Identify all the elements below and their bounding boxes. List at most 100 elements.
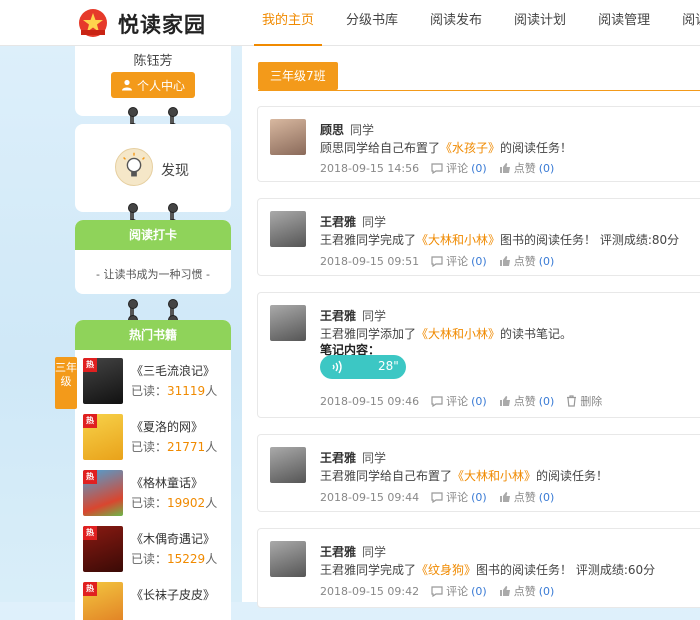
comment-button[interactable]: 评论 (0) bbox=[431, 583, 487, 599]
hot-badge: 热 bbox=[83, 582, 97, 596]
thumbs-up-icon bbox=[499, 586, 510, 596]
feed-user-name[interactable]: 顾思 同学 bbox=[320, 121, 374, 138]
avatar[interactable] bbox=[270, 305, 306, 341]
comment-icon bbox=[431, 162, 443, 174]
book-link[interactable]: 《纹身狗》 bbox=[416, 563, 476, 577]
logo-badge-icon bbox=[79, 9, 107, 37]
feed-item: 王君雅 同学 王君雅同学完成了《大林和小林》图书的阅读任务！ 评测成绩:80分 2… bbox=[257, 198, 700, 276]
avatar[interactable] bbox=[270, 211, 306, 247]
lightbulb-icon bbox=[115, 148, 153, 186]
feed-time: 2018-09-15 14:56 bbox=[320, 161, 420, 175]
feed-meta: 2018-09-15 09:42 评论 (0) 点赞 (0) bbox=[320, 583, 554, 599]
book-title: 《三毛流浪记》 bbox=[131, 364, 216, 378]
comment-icon bbox=[431, 395, 443, 407]
feed-time: 2018-09-15 09:44 bbox=[320, 490, 420, 504]
logo-text: 悦读家园 bbox=[118, 13, 206, 37]
feed-text: 王君雅同学完成了《纹身狗》图书的阅读任务！ 评测成绩:60分 bbox=[320, 563, 656, 577]
delete-button[interactable]: 删除 bbox=[566, 393, 602, 409]
comment-button[interactable]: 评论 (0) bbox=[431, 253, 487, 269]
hot-book-item[interactable]: 热 《三毛流浪记》 已读：31119人 bbox=[83, 358, 229, 404]
feed-text: 王君雅同学完成了《大林和小林》图书的阅读任务！ 评测成绩:80分 bbox=[320, 233, 680, 247]
like-button[interactable]: 点赞 (0) bbox=[499, 489, 554, 505]
comment-button[interactable]: 评论 (0) bbox=[431, 160, 487, 176]
feed-item: 王君雅 同学 王君雅同学添加了《大林和小林》的读书笔记。 笔记内容： 28" 20… bbox=[257, 292, 700, 418]
book-reads: 已读：19902人 bbox=[131, 496, 218, 510]
grade-tab[interactable]: 三年级 bbox=[55, 357, 77, 409]
feed-user-name[interactable]: 王君雅 同学 bbox=[320, 543, 386, 560]
book-link[interactable]: 《水孩子》 bbox=[440, 141, 500, 155]
feed-time: 2018-09-15 09:46 bbox=[320, 394, 420, 408]
hot-badge: 热 bbox=[83, 414, 97, 428]
book-title: 《夏洛的网》 bbox=[131, 420, 204, 434]
book-reads: 已读：15229人 bbox=[131, 552, 218, 566]
trash-icon bbox=[567, 395, 577, 407]
user-icon bbox=[121, 79, 132, 91]
comment-icon bbox=[431, 491, 443, 503]
nav-reading-publish[interactable]: 阅读发布 bbox=[422, 0, 490, 46]
avatar[interactable] bbox=[270, 119, 306, 155]
feed-meta: 2018-09-15 09:51 评论 (0) 点赞 (0) bbox=[320, 253, 554, 269]
class-tab-divider bbox=[258, 90, 700, 91]
hot-book-item[interactable]: 热 《格林童话》 已读：19902人 bbox=[83, 470, 229, 516]
top-navigation-bar: 悦读家园 我的主页 分级书库 阅读发布 阅读计划 阅读管理 阅读分析 bbox=[0, 0, 700, 46]
site-logo[interactable]: 悦读家园 bbox=[78, 6, 218, 40]
book-link[interactable]: 《大林和小林》 bbox=[416, 233, 500, 247]
hot-badge: 热 bbox=[83, 526, 97, 540]
hot-book-item[interactable]: 热 《木偶奇遇记》 已读：15229人 bbox=[83, 526, 229, 572]
nav-my-home[interactable]: 我的主页 bbox=[254, 0, 323, 46]
like-button[interactable]: 点赞 (0) bbox=[499, 393, 554, 409]
hot-badge: 热 bbox=[83, 358, 97, 372]
book-cover: 热 bbox=[83, 414, 123, 460]
class-tab[interactable]: 三年级7班 bbox=[258, 62, 338, 90]
like-button[interactable]: 点赞 (0) bbox=[499, 253, 554, 269]
hot-book-item[interactable]: 热 《长袜子皮皮》 bbox=[83, 582, 229, 620]
feed-time: 2018-09-15 09:51 bbox=[320, 254, 420, 268]
audio-note-player[interactable]: 28" bbox=[320, 355, 406, 379]
feed-user-name[interactable]: 王君雅 同学 bbox=[320, 449, 386, 466]
feed-meta: 2018-09-15 14:56 评论 (0) 点赞 (0) bbox=[320, 160, 554, 176]
avatar[interactable] bbox=[270, 447, 306, 483]
book-cover: 热 bbox=[83, 358, 123, 404]
thumbs-up-icon bbox=[499, 163, 510, 173]
book-link[interactable]: 《大林和小林》 bbox=[452, 469, 536, 483]
hot-badge: 热 bbox=[83, 470, 97, 484]
audio-duration: 28" bbox=[378, 359, 399, 373]
like-button[interactable]: 点赞 (0) bbox=[499, 160, 554, 176]
feed-text: 顾思同学给自己布置了《水孩子》的阅读任务！ bbox=[320, 141, 573, 155]
hot-books-card: 热门书籍 热 《三毛流浪记》 已读：31119人 热 《夏洛的网》 已读：217… bbox=[75, 320, 231, 620]
feed-item: 王君雅 同学 王君雅同学给自己布置了《大林和小林》的阅读任务！ 2018-09-1… bbox=[257, 434, 700, 512]
nav-reading-analysis[interactable]: 阅读分析 bbox=[674, 0, 700, 46]
personal-center-button[interactable]: 个人中心 bbox=[111, 72, 195, 98]
book-reads: 已读：21771人 bbox=[131, 440, 218, 454]
nav-reading-management[interactable]: 阅读管理 bbox=[590, 0, 658, 46]
hot-book-item[interactable]: 热 《夏洛的网》 已读：21771人 bbox=[83, 414, 229, 460]
feed-item: 顾思 同学 顾思同学给自己布置了《水孩子》的阅读任务！ 2018-09-15 14… bbox=[257, 106, 700, 182]
avatar[interactable] bbox=[270, 541, 306, 577]
book-cover: 热 bbox=[83, 526, 123, 572]
feed-user-name[interactable]: 王君雅 同学 bbox=[320, 213, 386, 230]
nav-reading-plan[interactable]: 阅读计划 bbox=[506, 0, 574, 46]
comment-button[interactable]: 评论 (0) bbox=[431, 489, 487, 505]
activity-feed-panel: 三年级7班 顾思 同学 顾思同学给自己布置了《水孩子》的阅读任务！ 2018-09… bbox=[242, 46, 700, 608]
nav-graded-library[interactable]: 分级书库 bbox=[338, 0, 406, 46]
feed-meta: 2018-09-15 09:44 评论 (0) 点赞 (0) bbox=[320, 489, 554, 505]
comment-button[interactable]: 评论 (0) bbox=[431, 393, 487, 409]
feed-user-name[interactable]: 王君雅 同学 bbox=[320, 307, 386, 324]
comment-icon bbox=[431, 255, 443, 267]
like-button[interactable]: 点赞 (0) bbox=[499, 583, 554, 599]
thumbs-up-icon bbox=[499, 396, 510, 406]
feed-item: 王君雅 同学 王君雅同学完成了《纹身狗》图书的阅读任务！ 评测成绩:60分 201… bbox=[257, 528, 700, 608]
discover-card[interactable]: 发现 bbox=[75, 124, 231, 212]
book-cover: 热 bbox=[83, 470, 123, 516]
feed-time: 2018-09-15 09:42 bbox=[320, 584, 420, 598]
hot-books-title: 热门书籍 bbox=[75, 320, 231, 350]
feed-meta: 2018-09-15 09:46 评论 (0) 点赞 (0) 删除 bbox=[320, 393, 602, 409]
audio-wave-icon bbox=[332, 360, 342, 374]
user-card: 陈钰芳 个人中心 bbox=[75, 36, 231, 116]
thumbs-up-icon bbox=[499, 492, 510, 502]
book-cover: 热 bbox=[83, 582, 123, 620]
book-link[interactable]: 《大林和小林》 bbox=[416, 327, 500, 341]
reading-checkin-card[interactable]: 阅读打卡 - 让读书成为一种习惯 - bbox=[75, 220, 231, 294]
thumbs-up-icon bbox=[499, 256, 510, 266]
book-title: 《木偶奇遇记》 bbox=[131, 532, 216, 546]
